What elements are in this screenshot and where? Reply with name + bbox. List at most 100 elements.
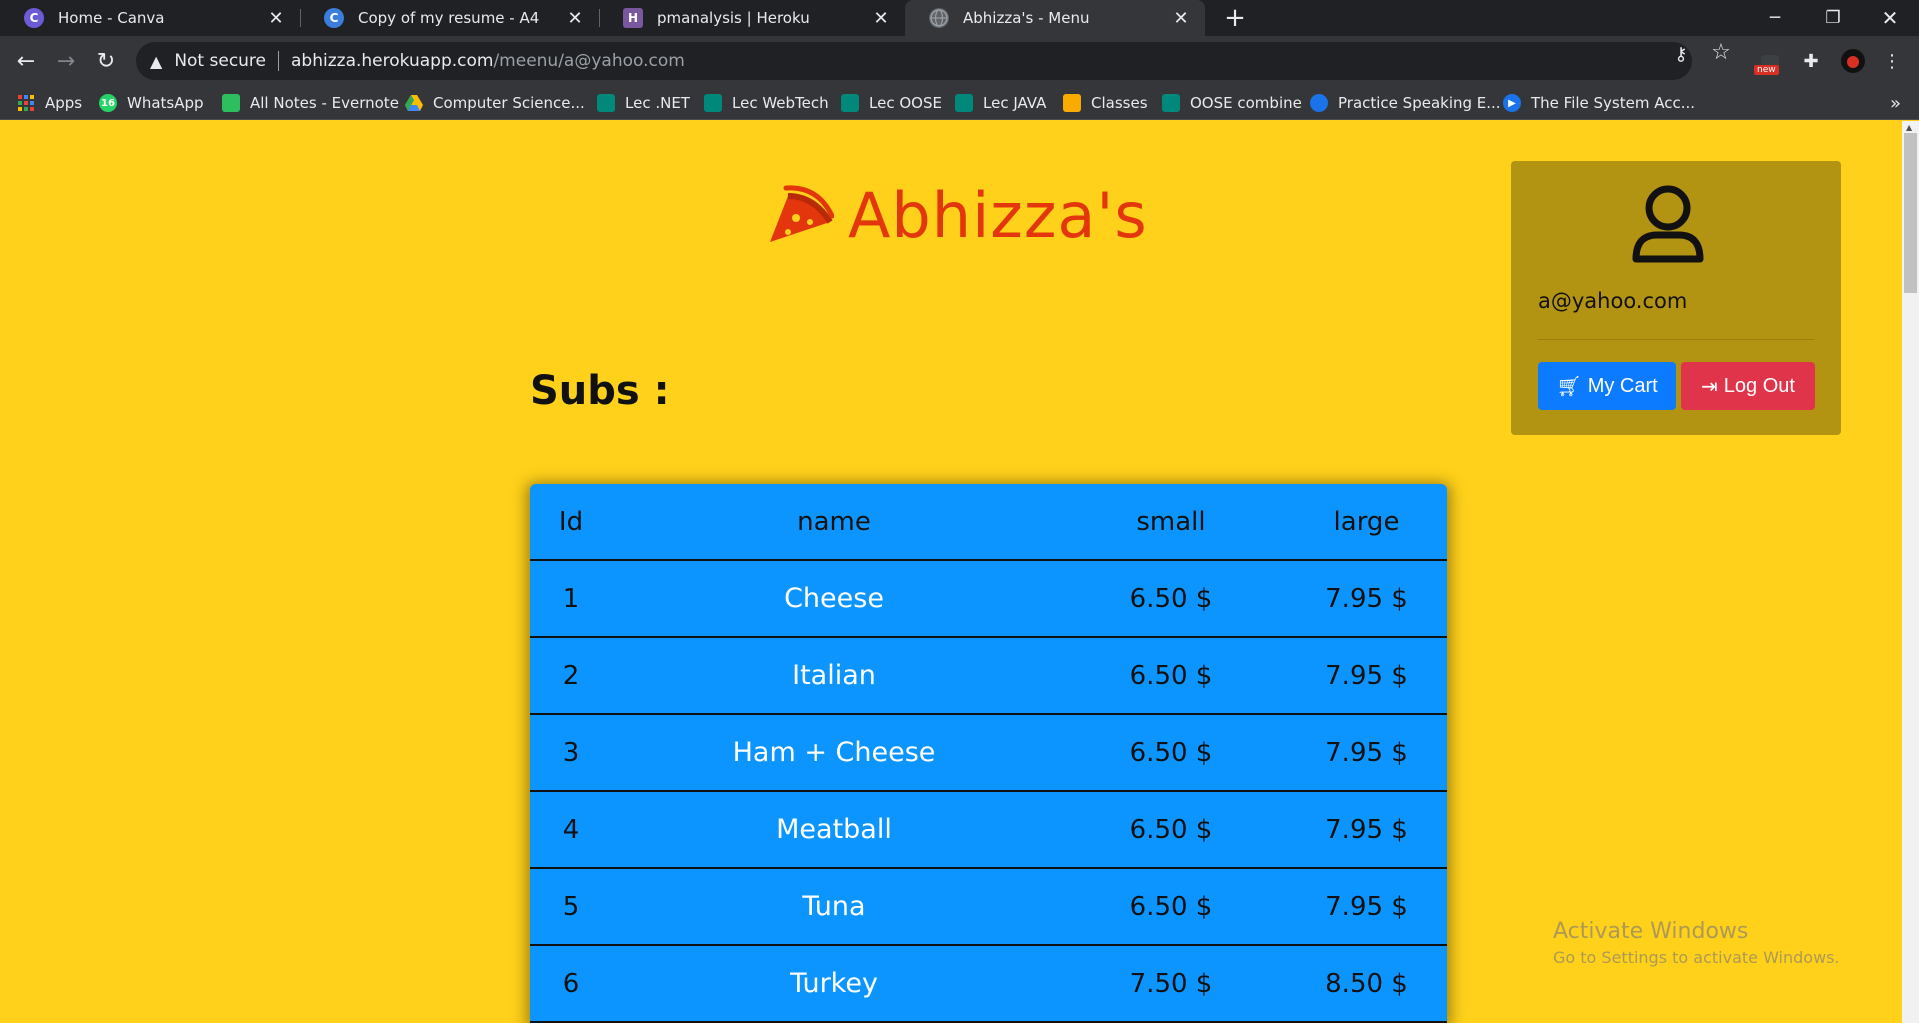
apps-grid-icon bbox=[17, 94, 35, 112]
back-arrow-icon[interactable]: ← bbox=[9, 44, 43, 78]
close-icon[interactable]: ✕ bbox=[1169, 8, 1193, 29]
restore-icon[interactable]: ❐ bbox=[1805, 0, 1861, 36]
bookmarks-bar: Apps 16 WhatsApp All Notes - Evernote Co… bbox=[0, 86, 1919, 120]
bookmark-evernote[interactable]: All Notes - Evernote bbox=[222, 86, 399, 120]
row-id: 3 bbox=[562, 737, 580, 768]
extensions-puzzle-icon[interactable]: ✚ bbox=[1796, 46, 1826, 76]
tab-resume-canva[interactable]: C Copy of my resume - A4 ✕ bbox=[300, 0, 599, 36]
address-bar[interactable]: ▲ Not secure abhizza.herokuapp.com /meen… bbox=[136, 42, 1692, 80]
canva-icon: C bbox=[324, 8, 344, 28]
row-price-small[interactable]: 6.50 $ bbox=[1056, 738, 1286, 768]
window-close-icon[interactable]: ✕ bbox=[1862, 0, 1918, 36]
tab-title: Copy of my resume - A4 bbox=[358, 9, 540, 27]
table-row: 3 Ham + Cheese 6.50 $ 7.95 $ bbox=[530, 715, 1447, 792]
user-card: a@yahoo.com 🛒︎ My Cart ⇥ Log Out bbox=[1511, 161, 1841, 435]
bookmark-whatsapp[interactable]: 16 WhatsApp bbox=[99, 86, 204, 120]
divider bbox=[1538, 339, 1814, 340]
row-id: 5 bbox=[562, 891, 580, 922]
close-icon[interactable]: ✕ bbox=[264, 8, 288, 29]
row-name[interactable]: Italian bbox=[612, 660, 1056, 691]
row-name[interactable]: Tuna bbox=[612, 891, 1056, 922]
column-header-small: small bbox=[1136, 506, 1206, 537]
bookmark-label: Lec .NET bbox=[625, 94, 690, 112]
column-header-id: Id bbox=[558, 506, 584, 537]
log-out-button[interactable]: ⇥ Log Out bbox=[1681, 362, 1815, 410]
row-name[interactable]: Meatball bbox=[612, 814, 1056, 845]
row-price-small[interactable]: 6.50 $ bbox=[1056, 892, 1286, 922]
row-price-small[interactable]: 7.50 $ bbox=[1056, 969, 1286, 999]
tab-abhizza-menu[interactable]: Abhizza's - Menu ✕ bbox=[905, 0, 1205, 36]
bookmark-label: Apps bbox=[45, 94, 83, 112]
user-icon bbox=[1632, 185, 1704, 263]
row-price-large[interactable]: 7.95 $ bbox=[1286, 892, 1447, 922]
row-price-large[interactable]: 8.50 $ bbox=[1286, 969, 1447, 999]
close-icon[interactable]: ✕ bbox=[563, 8, 587, 29]
url-path: /meenu/a@yahoo.com bbox=[493, 51, 685, 71]
more-menu-icon[interactable]: ⋮ bbox=[1877, 46, 1907, 76]
minimize-icon[interactable]: ─ bbox=[1747, 0, 1803, 36]
bookmark-apps[interactable]: Apps bbox=[17, 86, 82, 120]
tab-title: pmanalysis | Heroku bbox=[657, 9, 810, 27]
google-drive-icon bbox=[405, 94, 423, 112]
globe-icon bbox=[929, 8, 949, 28]
row-id: 2 bbox=[562, 660, 580, 691]
row-price-large[interactable]: 7.95 $ bbox=[1286, 815, 1447, 845]
profile-avatar[interactable] bbox=[1838, 46, 1868, 76]
bookmark-file-system[interactable]: ▶ The File System Acc... bbox=[1503, 86, 1695, 120]
pizza-slice-icon bbox=[770, 184, 834, 242]
url-host: abhizza.herokuapp.com bbox=[291, 51, 494, 71]
my-cart-button[interactable]: 🛒︎ My Cart bbox=[1538, 362, 1676, 410]
close-icon[interactable]: ✕ bbox=[869, 8, 893, 29]
table-row: 4 Meatball 6.50 $ 7.95 $ bbox=[530, 792, 1447, 869]
section-title: Subs : bbox=[530, 368, 670, 414]
scrollbar-thumb[interactable] bbox=[1904, 133, 1917, 293]
bookmark-label: Lec OOSE bbox=[869, 94, 942, 112]
bookmarks-overflow-icon[interactable]: » bbox=[1890, 86, 1901, 120]
star-bookmark-icon[interactable]: ☆ bbox=[1706, 40, 1736, 65]
bookmark-label: All Notes - Evernote bbox=[250, 94, 399, 112]
tab-heroku[interactable]: H pmanalysis | Heroku ✕ bbox=[599, 0, 905, 36]
row-name[interactable]: Turkey bbox=[612, 968, 1056, 999]
bookmark-lec-webtech[interactable]: Lec WebTech bbox=[704, 86, 829, 120]
tab-home-canva[interactable]: C Home - Canva ✕ bbox=[0, 0, 300, 36]
my-cart-label: My Cart bbox=[1587, 374, 1658, 397]
google-meet-icon bbox=[597, 94, 615, 112]
bookmark-practice-speaking[interactable]: Practice Speaking E... bbox=[1310, 86, 1501, 120]
row-id: 6 bbox=[562, 968, 580, 999]
scroll-up-arrow-icon[interactable]: ▲ bbox=[1906, 123, 1912, 132]
security-label[interactable]: Not secure bbox=[174, 51, 266, 71]
bookmark-label: Practice Speaking E... bbox=[1338, 94, 1501, 112]
table-row: 5 Tuna 6.50 $ 7.95 $ bbox=[530, 869, 1447, 946]
table-header-row: Id name small large bbox=[530, 484, 1447, 561]
row-price-large[interactable]: 7.95 $ bbox=[1286, 738, 1447, 768]
row-price-large[interactable]: 7.95 $ bbox=[1286, 584, 1447, 614]
warning-icon[interactable]: ▲ bbox=[150, 52, 162, 71]
row-name[interactable]: Cheese bbox=[612, 583, 1056, 614]
row-name[interactable]: Ham + Cheese bbox=[612, 737, 1056, 768]
bookmark-label: Lec JAVA bbox=[983, 94, 1047, 112]
brand-name[interactable]: Abhizza's bbox=[848, 179, 1148, 252]
brand-header: Abhizza's bbox=[766, 179, 1148, 252]
watermark-subtitle: Go to Settings to activate Windows. bbox=[1553, 948, 1840, 967]
row-price-small[interactable]: 6.50 $ bbox=[1056, 661, 1286, 691]
bookmark-label: WhatsApp bbox=[127, 94, 204, 112]
row-price-small[interactable]: 6.50 $ bbox=[1056, 584, 1286, 614]
bookmark-classes[interactable]: Classes bbox=[1063, 86, 1148, 120]
google-classroom-icon bbox=[1063, 94, 1081, 112]
new-tab-button[interactable]: + bbox=[1220, 0, 1250, 36]
key-icon[interactable]: ⚷ bbox=[1666, 44, 1696, 65]
tab-title: Home - Canva bbox=[58, 9, 165, 27]
bookmark-computer-science[interactable]: Computer Science... bbox=[405, 86, 585, 120]
browser-toolbar: ← → ↻ ▲ Not secure abhizza.herokuapp.com… bbox=[0, 36, 1919, 86]
bookmark-lec-oose[interactable]: Lec OOSE bbox=[841, 86, 942, 120]
bookmark-lec-java[interactable]: Lec JAVA bbox=[955, 86, 1046, 120]
bookmark-lec-net[interactable]: Lec .NET bbox=[597, 86, 690, 120]
sign-out-icon: ⇥ bbox=[1701, 375, 1718, 398]
row-price-large[interactable]: 7.95 $ bbox=[1286, 661, 1447, 691]
page-scrollbar[interactable]: ▲ bbox=[1902, 121, 1919, 1023]
bookmark-oose-combine[interactable]: OOSE combine bbox=[1162, 86, 1302, 120]
reload-icon[interactable]: ↻ bbox=[89, 44, 123, 78]
column-header-name: name bbox=[797, 506, 871, 537]
forward-arrow-icon[interactable]: → bbox=[49, 44, 83, 78]
row-price-small[interactable]: 6.50 $ bbox=[1056, 815, 1286, 845]
